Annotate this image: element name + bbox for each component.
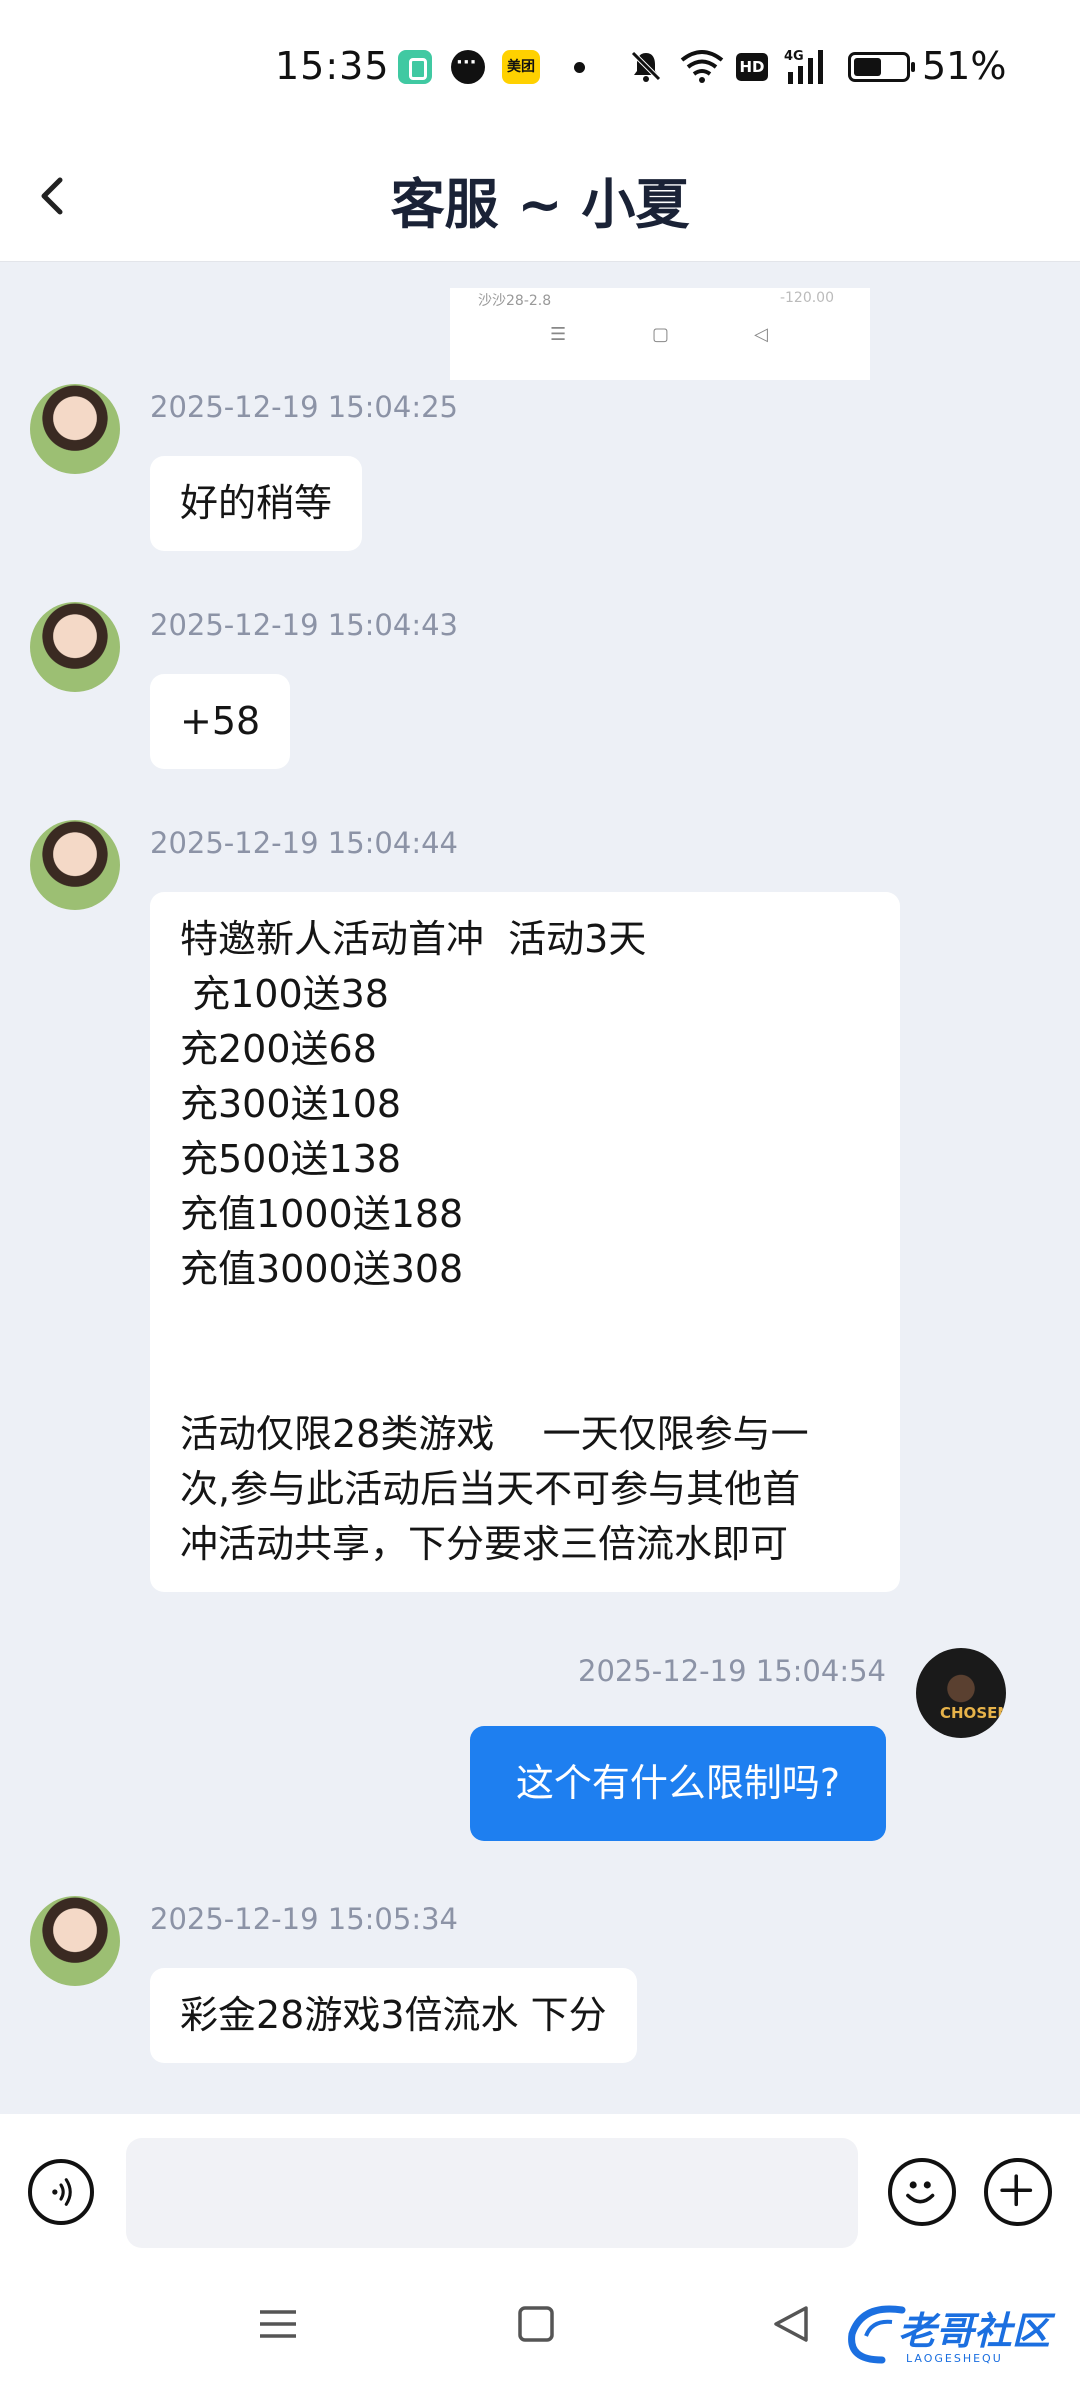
mute-bell-icon	[631, 51, 661, 82]
wifi-icon	[680, 50, 724, 83]
watermark-text: 老哥社区	[898, 2309, 1051, 2353]
agent-avatar[interactable]	[30, 820, 120, 910]
more-notifications-dot	[574, 62, 585, 73]
back-triangle-icon[interactable]	[762, 2294, 822, 2354]
hd-icon: HD	[736, 53, 768, 81]
battery-icon	[848, 52, 915, 82]
status-bar: 15:35 美团 HD 4G 51%	[0, 0, 1080, 130]
chat-notification-icon	[451, 50, 485, 84]
preview-home-icon: ▢	[652, 324, 670, 345]
preview-back-icon: ◁	[754, 324, 768, 345]
message-bubble[interactable]: 特邀新人活动首冲 活动3天 充100送38 充200送68 充300送108 充…	[150, 892, 900, 1592]
message-timestamp: 2025-12-19 15:04:43	[150, 608, 458, 642]
message-input[interactable]	[126, 2138, 858, 2248]
message-timestamp: 2025-12-19 15:04:25	[150, 390, 458, 424]
signal-icon: 4G	[784, 49, 823, 84]
avatar-shirt-text: CHOSEN1	[940, 1704, 1006, 1722]
my-message-bubble[interactable]: 这个有什么限制吗?	[469, 1726, 886, 1841]
home-icon[interactable]	[506, 2294, 566, 2354]
message-timestamp: 2025-12-19 15:04:54	[578, 1654, 886, 1688]
page-title: 客服 ~ 小夏	[390, 173, 690, 236]
watermark-logo: 老哥社区 LAOGESHEQU	[842, 2294, 1070, 2374]
watermark-subtext: LAOGESHEQU	[906, 2352, 1003, 2365]
agent-avatar[interactable]	[30, 1896, 120, 1986]
message-list[interactable]: 沙沙28-2.8 -120.00 ☰ ▢ ◁ 2025-12-19 15:04:…	[0, 262, 1080, 2114]
message-bubble[interactable]: +58	[150, 674, 291, 769]
message-timestamp: 2025-12-19 15:05:34	[150, 1902, 458, 1936]
svg-text:4G: 4G	[784, 49, 804, 64]
plus-icon[interactable]	[984, 2158, 1052, 2226]
agent-avatar[interactable]	[30, 602, 120, 692]
app-notification-icon	[398, 50, 432, 84]
preview-menu-icon: ☰	[550, 324, 567, 345]
clock: 15:35	[275, 44, 390, 88]
voice-icon[interactable]	[28, 2159, 94, 2225]
message-bubble[interactable]: 彩金28游戏3倍流水 下分	[150, 1968, 637, 2063]
composer	[0, 2114, 1080, 2254]
message-timestamp: 2025-12-19 15:04:44	[150, 826, 458, 860]
preview-text-left: 沙沙28-2.8	[478, 293, 552, 309]
system-nav-bar: 老哥社区 LAOGESHEQU	[0, 2254, 1080, 2400]
menu-icon[interactable]	[248, 2294, 308, 2354]
agent-avatar[interactable]	[30, 384, 120, 474]
user-avatar[interactable]: CHOSEN1	[916, 1648, 1006, 1738]
preview-text-right: -120.00	[779, 290, 834, 306]
meituan-icon: 美团	[502, 50, 540, 84]
image-message[interactable]: 沙沙28-2.8 -120.00 ☰ ▢ ◁	[450, 288, 870, 380]
chat-header: 客服 ~ 小夏	[0, 130, 1080, 262]
emoji-icon[interactable]	[888, 2158, 956, 2226]
message-bubble[interactable]: 好的稍等	[150, 456, 363, 551]
battery-percent: 51%	[922, 44, 1007, 88]
